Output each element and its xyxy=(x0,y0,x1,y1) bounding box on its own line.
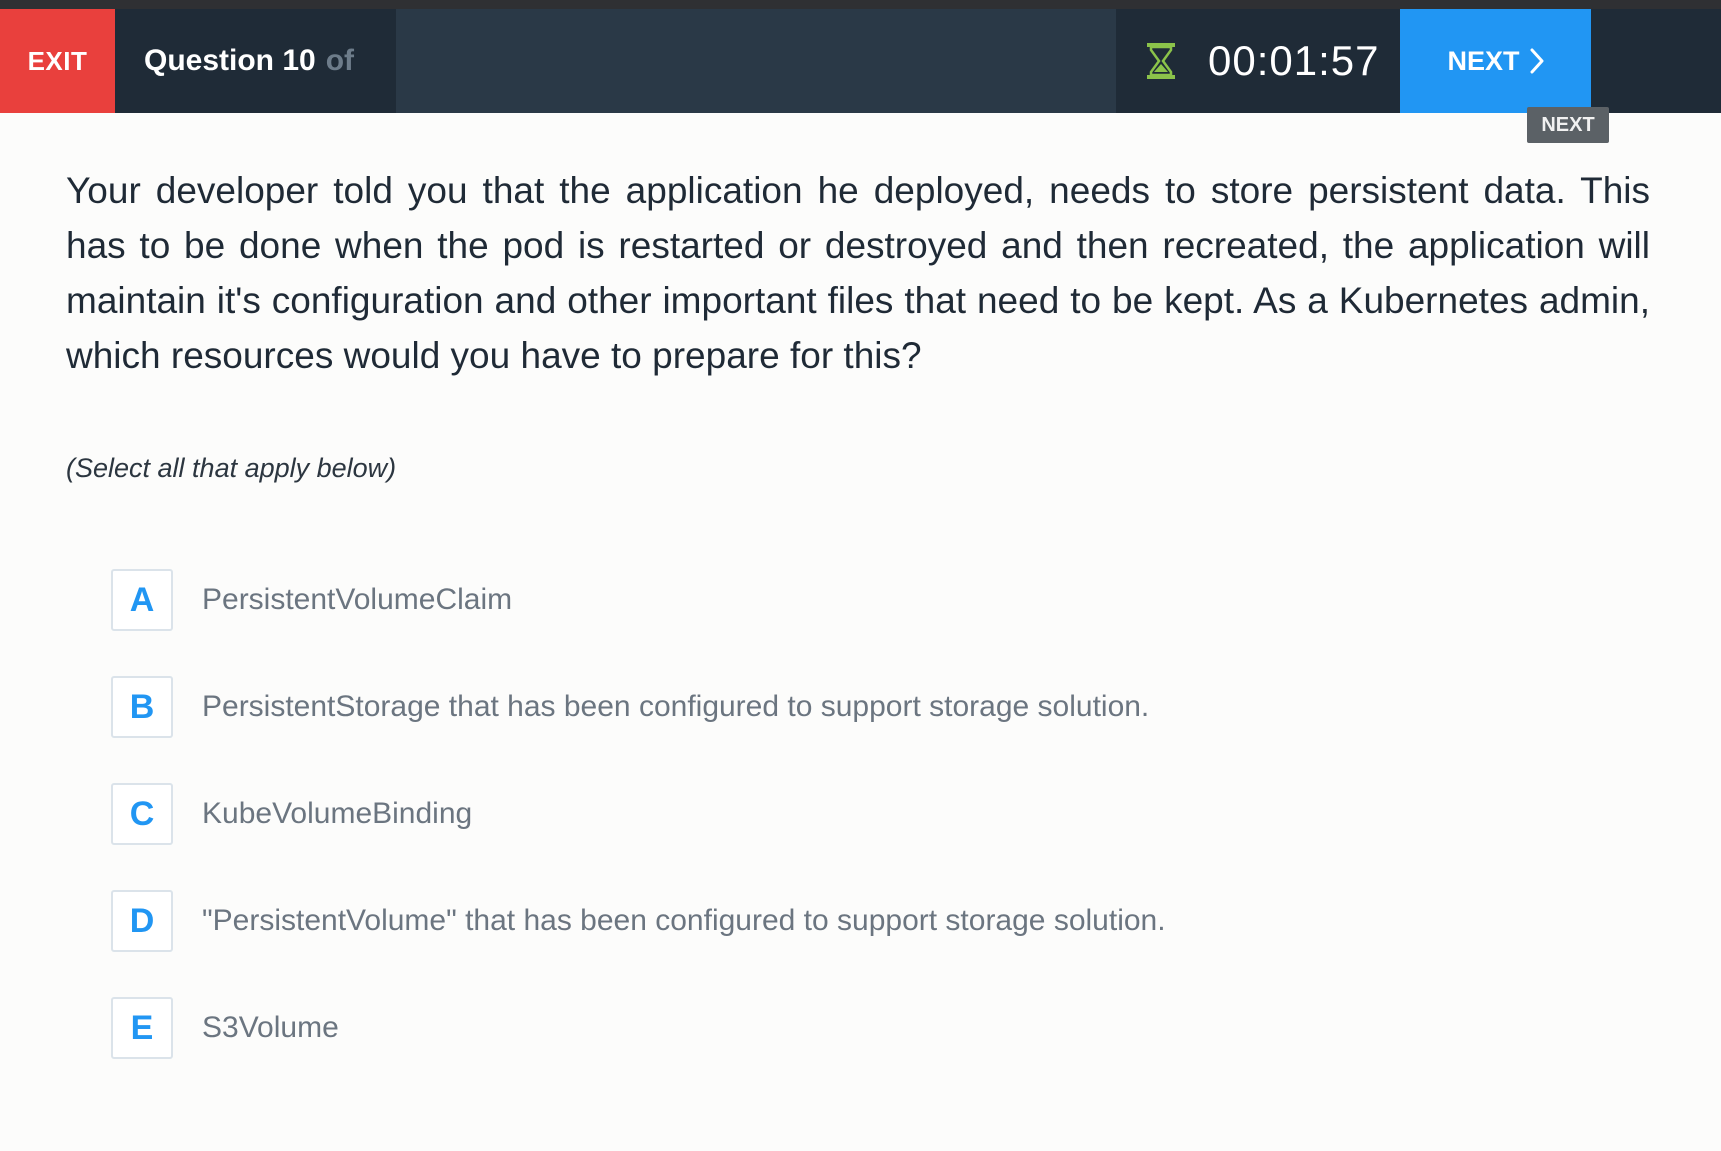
quiz-header: EXIT Question 10 of 00:01:57 NEXT xyxy=(0,9,1721,113)
option-label-a: PersistentVolumeClaim xyxy=(202,583,513,616)
answer-option-e[interactable]: E S3Volume xyxy=(111,997,1511,1059)
option-key-a[interactable]: A xyxy=(111,569,173,631)
answer-option-b[interactable]: B PersistentStorage that has been config… xyxy=(111,676,1511,738)
option-label-b: PersistentStorage that has been configur… xyxy=(202,690,1150,723)
answer-option-d[interactable]: D "PersistentVolume" that has been confi… xyxy=(111,890,1511,952)
timer-value: 00:01:57 xyxy=(1208,37,1380,84)
answer-option-c[interactable]: C KubeVolumeBinding xyxy=(111,783,1511,845)
window-frame-top xyxy=(0,0,1721,9)
chevron-right-icon xyxy=(1530,48,1543,74)
timer: 00:01:57 xyxy=(1116,9,1400,113)
answer-option-a[interactable]: A PersistentVolumeClaim xyxy=(111,569,1511,631)
option-label-c: KubeVolumeBinding xyxy=(202,797,473,830)
hourglass-icon xyxy=(1147,43,1175,79)
question-total-label: of xyxy=(325,44,355,77)
option-key-e[interactable]: E xyxy=(111,997,173,1059)
next-tooltip: NEXT xyxy=(1527,107,1609,143)
exit-button[interactable]: EXIT xyxy=(0,9,115,113)
progress-bar xyxy=(396,9,1116,113)
option-label-e: S3Volume xyxy=(202,1011,339,1044)
exit-button-label: EXIT xyxy=(27,45,88,76)
option-key-d[interactable]: D xyxy=(111,890,173,952)
option-key-c[interactable]: C xyxy=(111,783,173,845)
option-label-d: "PersistentVolume" that has been configu… xyxy=(202,904,1166,937)
question-text: Your developer told you that the applica… xyxy=(66,170,1650,376)
next-button[interactable]: NEXT xyxy=(1400,9,1591,113)
next-button-label: NEXT xyxy=(1447,45,1520,76)
option-key-b[interactable]: B xyxy=(111,676,173,738)
selection-instruction: (Select all that apply below) xyxy=(66,453,397,483)
question-panel: Your developer told you that the applica… xyxy=(0,113,1721,1151)
next-tooltip-label: NEXT xyxy=(1541,113,1595,136)
question-counter: Question 10 of xyxy=(115,9,396,113)
question-number: Question 10 xyxy=(144,44,316,77)
